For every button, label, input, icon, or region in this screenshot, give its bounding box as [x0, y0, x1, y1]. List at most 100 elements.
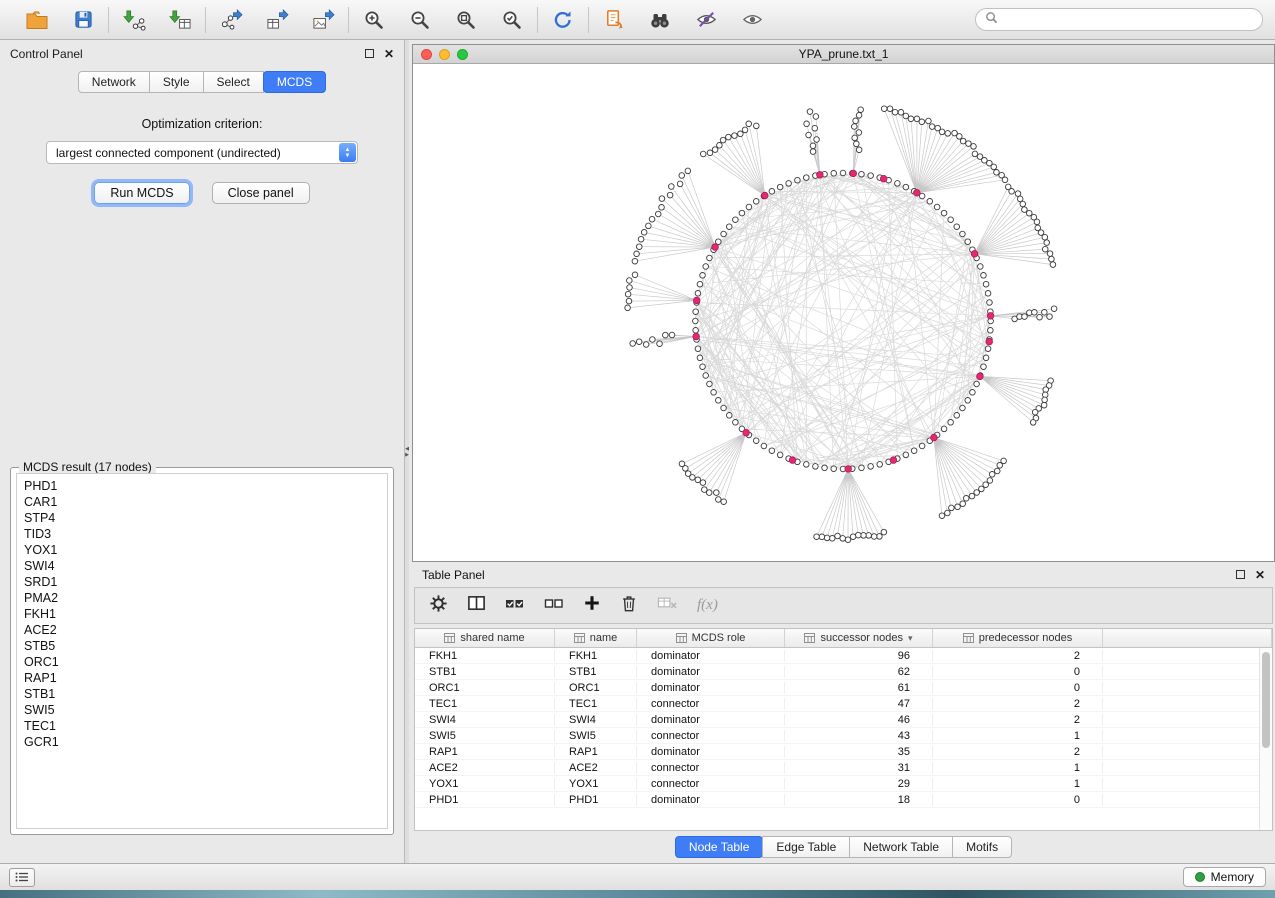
mcds-node-item[interactable]: STB1 [24, 686, 380, 702]
mcds-node-item[interactable]: SRD1 [24, 574, 380, 590]
column-header-shared-name[interactable]: shared name [415, 629, 555, 647]
table-row[interactable]: SWI4SWI4dominator462 [415, 712, 1272, 728]
refresh-view-icon[interactable] [550, 7, 576, 33]
table-cell: connector [637, 730, 785, 742]
run-mcds-button[interactable]: Run MCDS [94, 182, 189, 204]
zoom-selected-icon[interactable] [499, 7, 525, 33]
select-all-rows-icon[interactable] [505, 594, 525, 618]
tab-select[interactable]: Select [203, 71, 264, 93]
float-panel-icon[interactable] [365, 49, 374, 58]
zoom-fit-icon[interactable] [453, 7, 479, 33]
table-row[interactable]: ORC1ORC1dominator610 [415, 680, 1272, 696]
column-header-predecessor-nodes[interactable]: predecessor nodes [933, 629, 1103, 647]
table-cell: 2 [933, 714, 1103, 726]
close-panel-icon[interactable]: ✕ [384, 48, 394, 60]
table-cell: YOX1 [415, 778, 555, 790]
network-canvas[interactable] [413, 64, 1274, 561]
window-close-icon[interactable] [421, 49, 432, 60]
mcds-node-item[interactable]: TID3 [24, 526, 380, 542]
table-row[interactable]: YOX1YOX1connector291 [415, 776, 1272, 792]
export-image-icon[interactable] [310, 7, 336, 33]
mcds-node-item[interactable]: PHD1 [24, 478, 380, 494]
table-cell: 62 [785, 666, 933, 678]
mcds-node-item[interactable]: TEC1 [24, 718, 380, 734]
window-minimize-icon[interactable] [439, 49, 450, 60]
column-header-name[interactable]: name [555, 629, 637, 647]
node-table: shared namenameMCDS rolesuccessor nodes▾… [414, 628, 1273, 831]
export-network-icon[interactable] [218, 7, 244, 33]
table-row[interactable]: STB1STB1dominator620 [415, 664, 1272, 680]
mcds-node-item[interactable]: STP4 [24, 510, 380, 526]
search-network-binoculars-icon[interactable] [647, 7, 673, 33]
table-cell: connector [637, 778, 785, 790]
table-cell: ACE2 [555, 762, 637, 774]
mcds-node-item[interactable]: ORC1 [24, 654, 380, 670]
mcds-node-item[interactable]: GCR1 [24, 734, 380, 750]
optimization-criterion-select[interactable]: largest connected component (undirected)… [46, 141, 358, 164]
mcds-result-list[interactable]: PHD1CAR1STP4TID3YOX1SWI4SRD1PMA2FKH1ACE2… [16, 473, 388, 829]
table-scrollbar-track[interactable] [1259, 648, 1272, 830]
tab-style[interactable]: Style [149, 71, 204, 93]
import-table-icon[interactable] [167, 7, 193, 33]
table-tab-edge-table[interactable]: Edge Table [762, 836, 850, 858]
status-menu-button[interactable] [9, 868, 35, 887]
table-cell: STB1 [415, 666, 555, 678]
table-row[interactable]: SWI5SWI5connector431 [415, 728, 1272, 744]
search-input[interactable] [1003, 12, 1253, 28]
zoom-out-icon[interactable] [407, 7, 433, 33]
show-columns-icon[interactable] [467, 594, 486, 618]
table-toolbar: f(x) [414, 587, 1273, 624]
column-header-successor-nodes[interactable]: successor nodes▾ [785, 629, 933, 647]
table-row[interactable]: FKH1FKH1dominator962 [415, 648, 1272, 664]
memory-button[interactable]: Memory [1183, 867, 1266, 887]
mcds-node-item[interactable]: YOX1 [24, 542, 380, 558]
table-row[interactable]: TEC1TEC1connector472 [415, 696, 1272, 712]
mcds-result-title: MCDS result (17 nodes) [19, 460, 156, 474]
window-maximize-icon[interactable] [457, 49, 468, 60]
close-table-panel-icon[interactable]: ✕ [1255, 569, 1265, 581]
zoom-in-icon[interactable] [361, 7, 387, 33]
network-graph[interactable] [413, 64, 1274, 561]
tab-network[interactable]: Network [78, 71, 150, 93]
mcds-node-item[interactable]: CAR1 [24, 494, 380, 510]
network-window-title: YPA_prune.txt_1 [413, 47, 1274, 61]
table-cell: 31 [785, 762, 933, 774]
table-tab-motifs[interactable]: Motifs [952, 836, 1012, 858]
mcds-node-item[interactable]: FKH1 [24, 606, 380, 622]
copy-to-clipboard-icon[interactable] [601, 7, 627, 33]
mcds-node-item[interactable]: STB5 [24, 638, 380, 654]
table-cell: SWI4 [555, 714, 637, 726]
global-search[interactable] [975, 8, 1263, 31]
add-column-plus-icon[interactable] [583, 594, 601, 617]
close-panel-button[interactable]: Close panel [212, 182, 310, 204]
table-header-row: shared namenameMCDS rolesuccessor nodes▾… [415, 629, 1272, 648]
tab-mcds[interactable]: MCDS [263, 71, 326, 93]
hide-selected-eye-slash-icon[interactable] [693, 7, 719, 33]
table-row[interactable]: ACE2ACE2connector311 [415, 760, 1272, 776]
delete-column-trash-icon[interactable] [620, 594, 638, 618]
deselect-all-rows-icon[interactable] [544, 594, 564, 618]
table-tab-node-table[interactable]: Node Table [675, 836, 764, 858]
show-hidden-eye-icon[interactable] [739, 7, 765, 33]
save-session-icon[interactable] [70, 7, 96, 33]
optimization-criterion-label: Optimization criterion: [142, 117, 263, 131]
import-network-icon[interactable] [121, 7, 147, 33]
column-header-MCDS-role[interactable]: MCDS role [637, 629, 785, 647]
table-row[interactable]: PHD1PHD1dominator180 [415, 792, 1272, 808]
mcds-node-item[interactable]: PMA2 [24, 590, 380, 606]
mcds-node-item[interactable]: SWI4 [24, 558, 380, 574]
mcds-node-item[interactable]: SWI5 [24, 702, 380, 718]
table-tab-network-table[interactable]: Network Table [849, 836, 953, 858]
table-cell: ACE2 [415, 762, 555, 774]
export-table-icon[interactable] [264, 7, 290, 33]
mcds-node-item[interactable]: ACE2 [24, 622, 380, 638]
table-row[interactable]: RAP1RAP1dominator352 [415, 744, 1272, 760]
table-body: FKH1FKH1dominator962STB1STB1dominator620… [415, 648, 1272, 808]
table-scrollbar-thumb[interactable] [1262, 652, 1270, 748]
float-table-panel-icon[interactable] [1236, 570, 1245, 579]
open-session-icon[interactable] [24, 7, 50, 33]
column-settings-gear-icon[interactable] [429, 594, 448, 618]
dropdown-stepper-icon: ▲▼ [339, 143, 356, 162]
mcds-node-item[interactable]: RAP1 [24, 670, 380, 686]
network-window-titlebar[interactable]: YPA_prune.txt_1 [413, 45, 1274, 64]
